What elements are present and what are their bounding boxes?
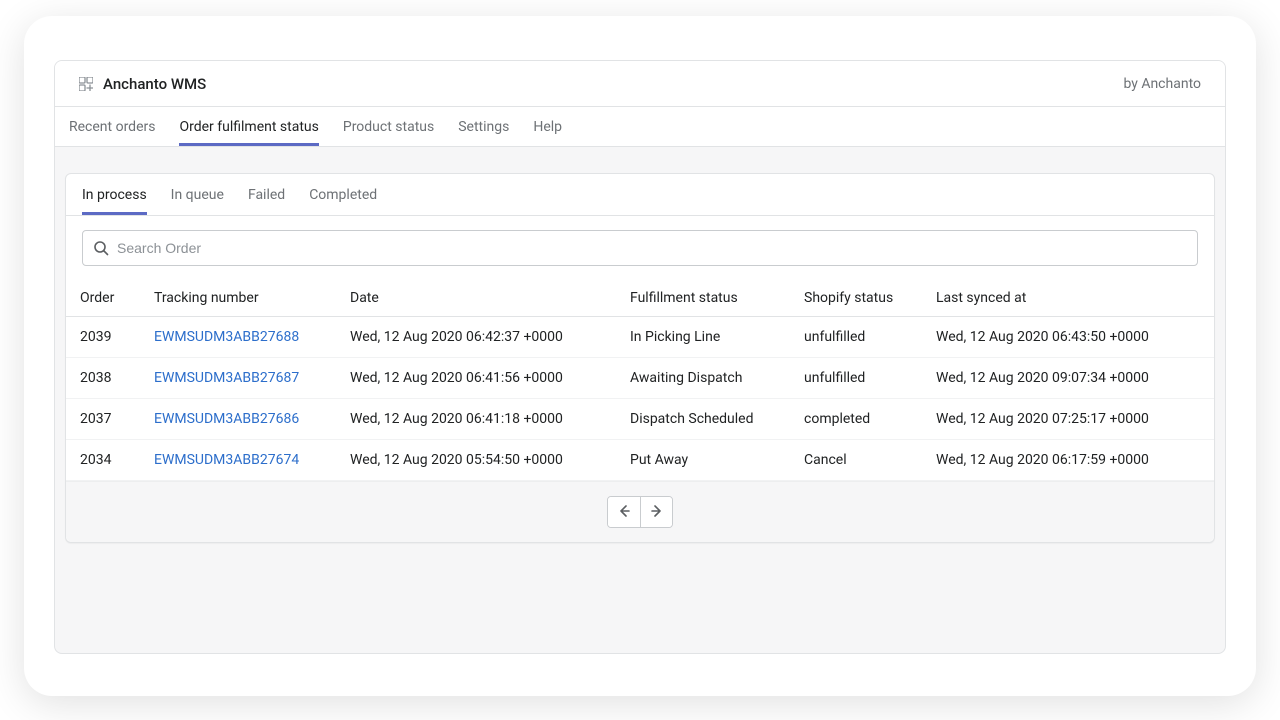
cell-order: 2038 — [66, 358, 140, 399]
cell-date: Wed, 12 Aug 2020 05:54:50 +0000 — [336, 440, 616, 481]
app-title: Anchanto WMS — [103, 75, 206, 93]
tab-label: Product status — [343, 119, 434, 135]
arrow-right-icon — [650, 504, 664, 521]
cell-date: Wed, 12 Aug 2020 06:41:18 +0000 — [336, 399, 616, 440]
content-area: In process In queue Failed Completed — [55, 147, 1225, 553]
pagination-footer — [66, 481, 1214, 542]
cell-synced: Wed, 12 Aug 2020 06:43:50 +0000 — [922, 317, 1214, 358]
cell-synced: Wed, 12 Aug 2020 07:25:17 +0000 — [922, 399, 1214, 440]
cell-fulfil: Put Away — [616, 440, 790, 481]
cell-shopify: unfulfilled — [790, 358, 922, 399]
primary-tabs: Recent orders Order fulfilment status Pr… — [55, 107, 1225, 147]
tab-help[interactable]: Help — [533, 107, 562, 146]
cell-order: 2034 — [66, 440, 140, 481]
app-panel: Anchanto WMS by Anchanto Recent orders O… — [54, 60, 1226, 654]
by-vendor-text: by Anchanto — [1123, 76, 1201, 92]
cell-shopify: unfulfilled — [790, 317, 922, 358]
tracking-link[interactable]: EWMSUDM3ABB27674 — [154, 452, 299, 468]
col-tracking: Tracking number — [140, 280, 336, 317]
cell-date: Wed, 12 Aug 2020 06:41:56 +0000 — [336, 358, 616, 399]
table-row: 2034 EWMSUDM3ABB27674 Wed, 12 Aug 2020 0… — [66, 440, 1214, 481]
table-header-row: Order Tracking number Date Fulfillment s… — [66, 280, 1214, 317]
cell-synced: Wed, 12 Aug 2020 09:07:34 +0000 — [922, 358, 1214, 399]
cell-date: Wed, 12 Aug 2020 06:42:37 +0000 — [336, 317, 616, 358]
search-input[interactable] — [117, 240, 1187, 256]
header-left: Anchanto WMS — [79, 75, 206, 93]
tab-label: Help — [533, 119, 562, 135]
cell-fulfil: Awaiting Dispatch — [616, 358, 790, 399]
secondary-tabs: In process In queue Failed Completed — [66, 174, 1214, 216]
subtab-label: Failed — [248, 187, 285, 203]
col-fulfil: Fulfillment status — [616, 280, 790, 317]
tab-label: Settings — [458, 119, 509, 135]
app-window: Anchanto WMS by Anchanto Recent orders O… — [24, 16, 1256, 696]
page-prev-button[interactable] — [608, 497, 640, 527]
subtab-completed[interactable]: Completed — [309, 174, 377, 215]
table-row: 2039 EWMSUDM3ABB27688 Wed, 12 Aug 2020 0… — [66, 317, 1214, 358]
subtab-label: In queue — [171, 187, 224, 203]
orders-card: In process In queue Failed Completed — [65, 173, 1215, 543]
tracking-link[interactable]: EWMSUDM3ABB27687 — [154, 370, 299, 386]
cell-shopify: Cancel — [790, 440, 922, 481]
tab-recent-orders[interactable]: Recent orders — [69, 107, 155, 146]
arrow-left-icon — [617, 504, 631, 521]
orders-table: Order Tracking number Date Fulfillment s… — [66, 280, 1214, 481]
table-row: 2038 EWMSUDM3ABB27687 Wed, 12 Aug 2020 0… — [66, 358, 1214, 399]
tracking-link[interactable]: EWMSUDM3ABB27686 — [154, 411, 299, 427]
search-wrap — [66, 216, 1214, 280]
search-icon — [93, 240, 109, 256]
col-synced: Last synced at — [922, 280, 1214, 317]
tab-settings[interactable]: Settings — [458, 107, 509, 146]
subtab-in-queue[interactable]: In queue — [171, 174, 224, 215]
pager — [607, 496, 673, 528]
tab-order-fulfilment-status[interactable]: Order fulfilment status — [179, 107, 318, 146]
tab-label: Order fulfilment status — [179, 119, 318, 135]
tracking-link[interactable]: EWMSUDM3ABB27688 — [154, 329, 299, 345]
table-row: 2037 EWMSUDM3ABB27686 Wed, 12 Aug 2020 0… — [66, 399, 1214, 440]
tab-label: Recent orders — [69, 119, 155, 135]
search-field[interactable] — [82, 230, 1198, 266]
col-shopify: Shopify status — [790, 280, 922, 317]
col-order: Order — [66, 280, 140, 317]
subtab-failed[interactable]: Failed — [248, 174, 285, 215]
panel-header: Anchanto WMS by Anchanto — [55, 61, 1225, 107]
cell-order: 2037 — [66, 399, 140, 440]
subtab-in-process[interactable]: In process — [82, 174, 147, 215]
col-date: Date — [336, 280, 616, 317]
page-next-button[interactable] — [640, 497, 672, 527]
subtab-label: Completed — [309, 187, 377, 203]
subtab-label: In process — [82, 187, 147, 203]
cell-shopify: completed — [790, 399, 922, 440]
cell-fulfil: Dispatch Scheduled — [616, 399, 790, 440]
cell-synced: Wed, 12 Aug 2020 06:17:59 +0000 — [922, 440, 1214, 481]
cell-fulfil: In Picking Line — [616, 317, 790, 358]
tab-product-status[interactable]: Product status — [343, 107, 434, 146]
cell-order: 2039 — [66, 317, 140, 358]
app-blocks-icon — [79, 77, 93, 91]
